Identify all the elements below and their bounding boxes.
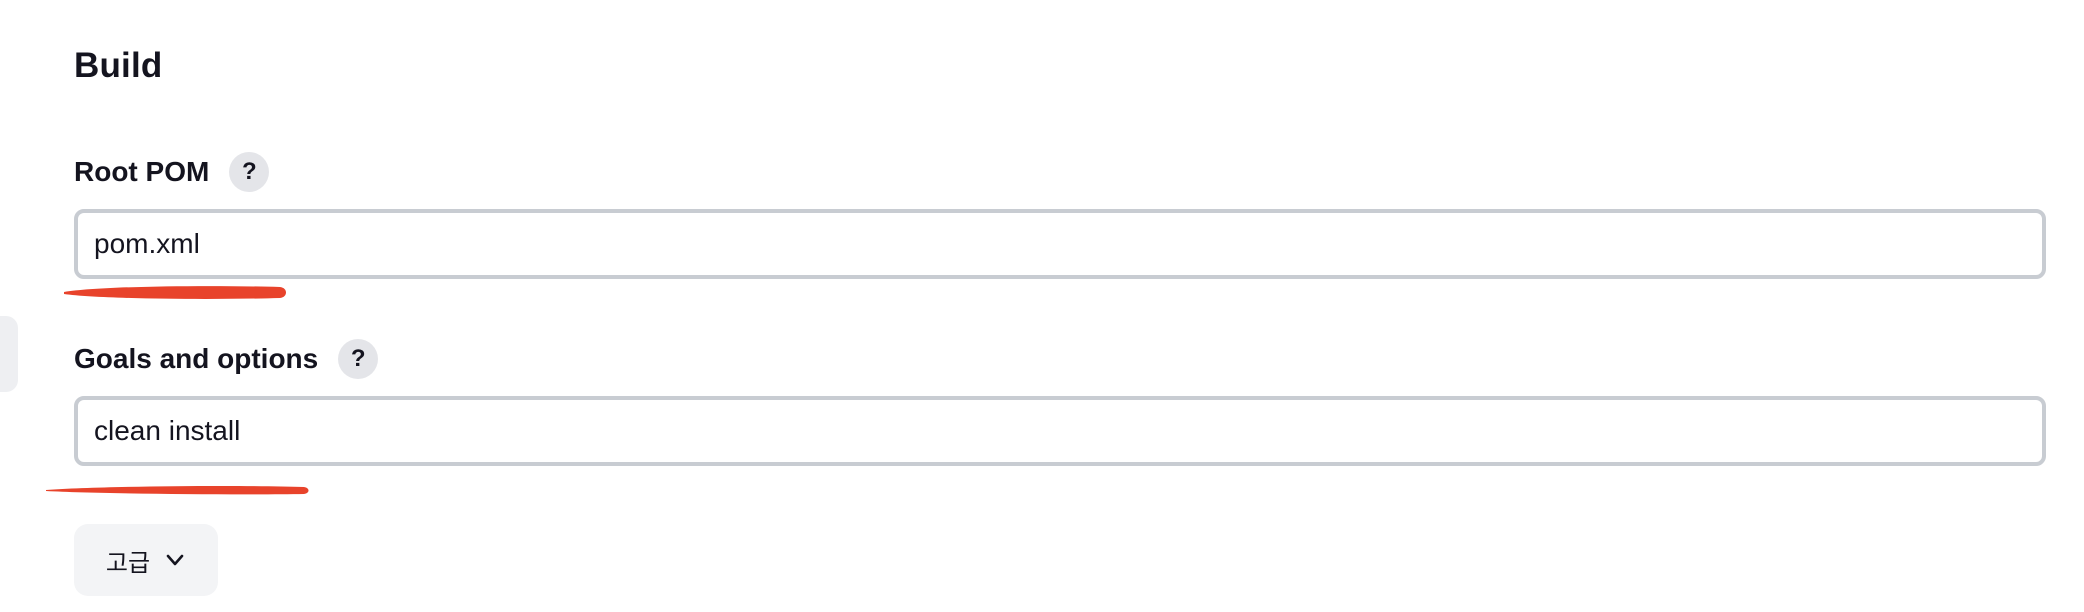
- goals-label-row: Goals and options ?: [74, 339, 379, 379]
- help-icon: ?: [350, 345, 366, 372]
- side-panel-tab: [0, 316, 18, 392]
- goals-help-button[interactable]: ?: [338, 339, 379, 379]
- red-underline-annotation: [64, 286, 286, 299]
- chevron-down-icon: [166, 554, 184, 566]
- help-icon: ?: [241, 158, 257, 185]
- root-pom-label: Root POM: [74, 156, 210, 187]
- root-pom-label-row: Root POM ?: [74, 152, 270, 192]
- advanced-button-label: 고급: [105, 548, 151, 577]
- root-pom-input[interactable]: [74, 209, 2046, 279]
- root-pom-help-button[interactable]: ?: [229, 152, 270, 192]
- red-underline-annotation: [46, 486, 309, 495]
- advanced-button[interactable]: 고급: [74, 524, 218, 596]
- goals-label: Goals and options: [74, 343, 319, 374]
- goals-input[interactable]: [74, 396, 2046, 466]
- section-title: Build: [74, 46, 163, 85]
